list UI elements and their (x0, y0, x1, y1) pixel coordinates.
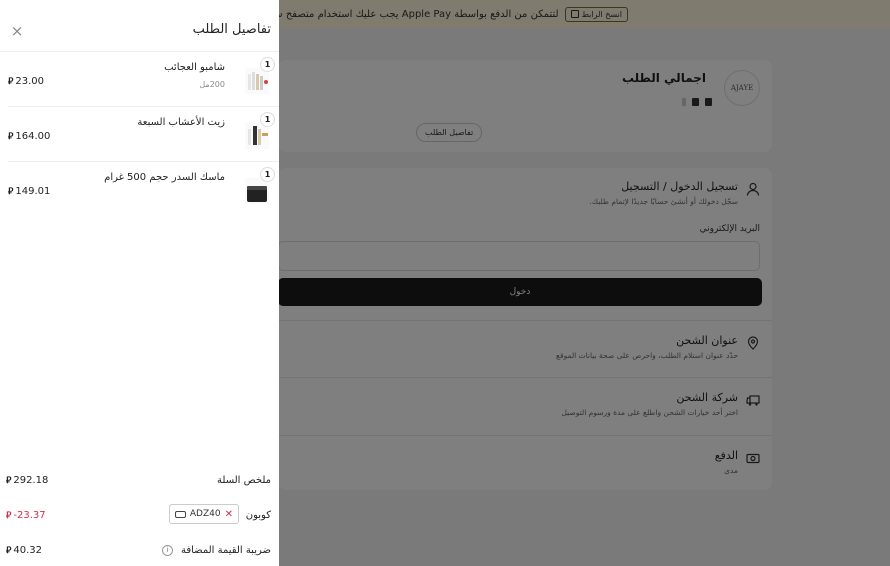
coupon-row: كوبون ADZ40 ✕ ⃁ -23.37 (6, 504, 271, 530)
riyal-icon: ⃁ (6, 511, 12, 521)
cart-total-value: ⃁ 292.18 (6, 475, 49, 486)
order-items-list: 1 شامبو العجائب 200مل ⃁ 23.00 1 زيت الأعش… (0, 52, 279, 217)
riyal-icon: ⃁ (6, 476, 12, 486)
vat-row: ضريبة القيمة المضافة i ⃁ 40.32 (6, 545, 271, 565)
riyal-icon: ⃁ (8, 77, 14, 87)
list-item: 1 ماسك السدر حجم 500 غرام ⃁ 149.01 (8, 162, 279, 217)
quantity-badge: 1 (260, 112, 275, 127)
item-price: ⃁ 149.01 (8, 186, 51, 197)
coupon-chip: ADZ40 ✕ (168, 504, 239, 524)
item-price: ⃁ 164.00 (8, 131, 51, 142)
cart-total-label: ملخص السلة (217, 475, 271, 486)
item-price: ⃁ 23.00 (8, 76, 44, 87)
cart-total-row: ملخص السلة ⃁ 292.18 (6, 475, 271, 495)
item-variant: 200مل (199, 80, 225, 89)
remove-coupon-icon[interactable]: ✕ (225, 509, 233, 520)
vat-label: ضريبة القيمة المضافة (180, 545, 271, 556)
list-item: 1 زيت الأعشاب السبعة ⃁ 164.00 (8, 107, 279, 162)
list-item: 1 شامبو العجائب 200مل ⃁ 23.00 (8, 52, 279, 107)
riyal-icon: ⃁ (6, 546, 12, 556)
coupon-tag-icon (174, 510, 186, 518)
riyal-icon: ⃁ (8, 187, 14, 197)
quantity-badge: 1 (260, 57, 275, 72)
quantity-badge: 1 (260, 167, 275, 182)
item-name: زيت الأعشاب السبعة (137, 117, 225, 128)
item-name: شامبو العجائب (164, 62, 225, 73)
close-icon[interactable]: × (10, 24, 24, 39)
riyal-icon: ⃁ (8, 132, 14, 142)
coupon-label: كوبون (245, 510, 271, 521)
drawer-header: تفاصيل الطلب × (0, 0, 279, 52)
drawer-title: تفاصيل الطلب (192, 22, 271, 37)
order-details-drawer: تفاصيل الطلب × 1 شامبو العجائب 200مل ⃁ 23… (0, 0, 279, 566)
item-name: ماسك السدر حجم 500 غرام (104, 172, 225, 183)
coupon-code: ADZ40 (189, 509, 221, 519)
vat-value: ⃁ 40.32 (6, 545, 42, 556)
info-icon[interactable]: i (162, 545, 173, 556)
coupon-value: ⃁ -23.37 (6, 510, 46, 521)
